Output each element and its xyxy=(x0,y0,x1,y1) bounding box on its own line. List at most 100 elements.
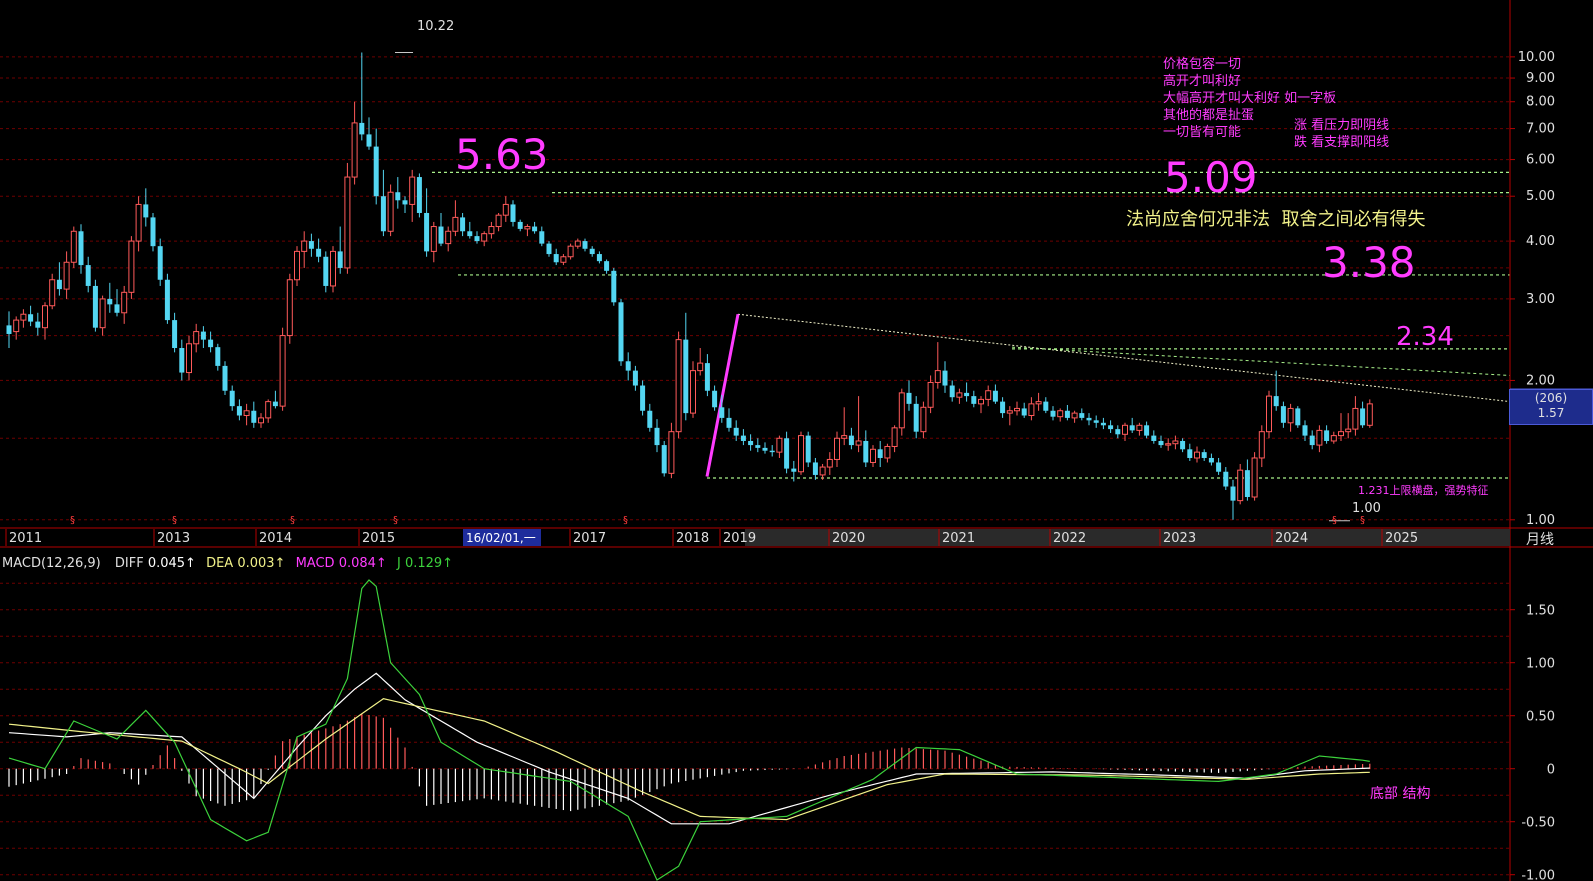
dea-label: DEA xyxy=(206,556,234,571)
candle-body xyxy=(1180,440,1186,450)
price-tick-label: 9.00 xyxy=(1526,71,1555,86)
candle-body xyxy=(481,233,488,242)
macd-line-diff xyxy=(8,672,1370,825)
candle-body xyxy=(380,196,386,232)
level-509-label: 5.09 xyxy=(1164,153,1258,202)
candle-body xyxy=(222,365,228,391)
candle-body xyxy=(1345,428,1352,433)
candle-body xyxy=(812,462,818,475)
event-marker: § xyxy=(290,515,295,526)
candle-body xyxy=(1360,408,1366,426)
candle-body xyxy=(236,406,242,416)
candle-body xyxy=(208,339,214,348)
candle-body xyxy=(848,435,854,446)
candle-body xyxy=(1043,401,1049,411)
candle-body xyxy=(1230,486,1236,501)
candle-body xyxy=(1251,457,1258,498)
candle-body xyxy=(337,251,343,268)
candle-body xyxy=(243,410,250,416)
price-tick-label: 2.00 xyxy=(1526,373,1555,388)
candle-body xyxy=(1237,469,1244,502)
candle-body xyxy=(877,449,883,458)
candle-body xyxy=(826,458,833,468)
candle-body xyxy=(1115,429,1121,435)
candle-body xyxy=(898,392,905,429)
candle-body xyxy=(524,226,531,230)
candle-body xyxy=(1273,396,1279,407)
bottom-structure-note: 底部 结构 xyxy=(1370,786,1431,802)
candle-body xyxy=(1338,431,1344,437)
candle-body xyxy=(323,256,329,286)
level-234-label: 2.34 xyxy=(1396,322,1454,352)
candle-body xyxy=(913,403,919,432)
time-cursor-label: 16/02/01,一 xyxy=(466,531,536,545)
event-marker: § xyxy=(1332,515,1337,526)
badge-price: 1.57 xyxy=(1537,406,1565,420)
candle-body xyxy=(1100,422,1106,426)
candle-body xyxy=(294,250,300,281)
candle-body xyxy=(1330,435,1337,442)
candle-body xyxy=(1258,431,1265,459)
period-label[interactable]: 月线 xyxy=(1526,529,1554,549)
macd-tick-label: 1.50 xyxy=(1526,604,1555,619)
candle-body xyxy=(20,313,27,321)
event-marker: § xyxy=(172,515,177,526)
macd-histogram xyxy=(8,713,1371,812)
candle-body xyxy=(819,466,826,476)
candle-body xyxy=(1324,430,1330,441)
candle-body xyxy=(956,392,963,398)
candle-body xyxy=(1093,420,1099,423)
candle-body xyxy=(596,254,602,262)
candle-body xyxy=(1086,417,1092,421)
candle-body xyxy=(891,427,898,447)
candle-body xyxy=(906,392,912,404)
candle-body xyxy=(640,385,646,411)
year-label: 2014 xyxy=(259,531,292,546)
down-rule-text: 跌 看支撑即阳线 xyxy=(1294,135,1390,150)
candle-body xyxy=(553,254,559,263)
trend-line xyxy=(737,313,1511,403)
candle-body xyxy=(373,146,379,197)
candle-body xyxy=(618,302,624,362)
candle-body xyxy=(56,279,62,290)
candle-body xyxy=(784,438,790,469)
candle-body xyxy=(28,314,34,322)
candle-body xyxy=(791,468,797,472)
candle-body xyxy=(539,231,545,244)
candle-body xyxy=(517,221,523,229)
candle-body xyxy=(748,440,754,446)
candle-body xyxy=(949,385,955,398)
motto-text: 法尚应舍何况非法 取舍之间必有得失 xyxy=(1126,209,1426,230)
candle-body xyxy=(884,445,891,459)
candle-body xyxy=(560,256,567,263)
candle-body xyxy=(279,335,286,407)
macd-value: 0.084↑ xyxy=(338,556,387,571)
time-axis[interactable]: 2011 2013 2014 2015 2017 2018 2019 2020 2021 2022… xyxy=(5,529,1510,546)
candle-body xyxy=(1244,470,1250,498)
year-label: 2024 xyxy=(1275,531,1308,546)
candle-body xyxy=(121,291,128,314)
candle-body xyxy=(316,248,322,257)
candle-body xyxy=(1352,407,1359,430)
candle-body xyxy=(286,279,293,337)
candle-body xyxy=(546,243,552,255)
year-label: 2017 xyxy=(573,531,606,546)
candle-body xyxy=(344,176,351,269)
candle-body xyxy=(452,216,459,232)
candle-body xyxy=(186,343,192,374)
candle-body xyxy=(971,396,977,404)
candle-body xyxy=(13,319,20,333)
j-label: J xyxy=(396,556,401,571)
year-label: 2022 xyxy=(1053,531,1086,546)
candle-body xyxy=(532,226,538,232)
macd-legend-title: MACD(12,26,9) xyxy=(2,556,101,571)
candle-body xyxy=(1129,425,1135,431)
candle-body xyxy=(567,245,574,258)
macd-label: MACD xyxy=(295,556,335,571)
candle-body xyxy=(934,370,941,383)
candle-body xyxy=(776,437,783,453)
level-563-label: 5.63 xyxy=(455,130,549,179)
year-label: 2020 xyxy=(832,531,865,546)
price-tick-label: 3.00 xyxy=(1526,292,1555,307)
candle-body xyxy=(798,435,804,473)
